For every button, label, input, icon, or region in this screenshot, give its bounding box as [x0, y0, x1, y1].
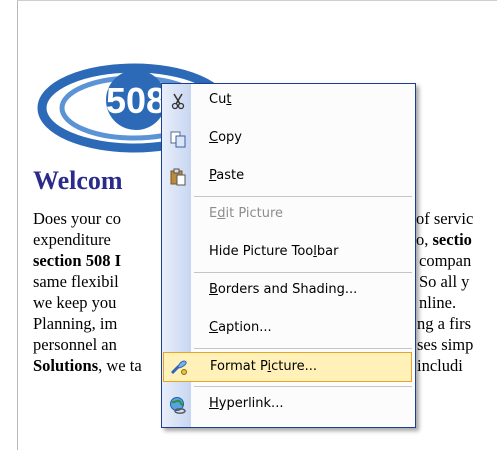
- body-line-8: Solutions, we ta: [33, 356, 142, 375]
- menu-item-borders-and-shading[interactable]: Borders and Shading...: [162, 278, 415, 304]
- scissors-icon: [171, 93, 185, 110]
- menu-item-paste[interactable]: Paste: [162, 164, 415, 190]
- body-tail-1: of servic: [416, 209, 474, 228]
- body-tail-6: ng a firs: [417, 314, 472, 333]
- menu-item-label: Hide Picture Toolbar: [209, 244, 339, 259]
- format-picture-icon: [170, 360, 187, 375]
- copy-icon: [170, 131, 186, 148]
- body-line-3: section 508 I: [33, 251, 121, 270]
- body-line-7: personnel an: [33, 335, 117, 354]
- menu-item-copy[interactable]: Copy: [162, 126, 415, 152]
- hyperlink-globe-icon: [170, 397, 186, 414]
- menu-separator: [194, 348, 412, 349]
- body-line-2: expenditure: [33, 230, 111, 249]
- menu-item-label: Copy: [209, 130, 242, 145]
- menu-item-cut[interactable]: Cut: [162, 88, 415, 114]
- menu-item-hyperlink[interactable]: Hyperlink...: [162, 392, 415, 418]
- menu-item-label: Format Picture...: [210, 359, 318, 374]
- body-line-6: Planning, im: [33, 314, 118, 333]
- menu-item-format-picture[interactable]: Format Picture...: [163, 352, 412, 382]
- menu-item-label: Paste: [209, 168, 245, 183]
- body-tail-3: compan: [419, 251, 472, 270]
- body-tail-7: ses simp: [417, 335, 474, 354]
- menu-separator: [194, 196, 412, 197]
- menu-item-label: Edit Picture: [209, 206, 284, 221]
- menu-item-label: Hyperlink...: [209, 396, 284, 411]
- welcome-heading: Welcom: [33, 166, 123, 195]
- menu-item-label: Caption...: [209, 320, 272, 335]
- menu-separator: [194, 386, 412, 387]
- body-tail-5: nline.: [419, 293, 457, 312]
- menu-separator: [194, 272, 412, 273]
- body-tail-2: o, sectio: [416, 230, 472, 249]
- logo-text: 508: [106, 80, 166, 121]
- menu-item-edit-picture[interactable]: Edit Picture: [162, 202, 415, 228]
- menu-item-hide-picture-toolbar[interactable]: Hide Picture Toolbar: [162, 240, 415, 266]
- body-tail-4: So all y: [419, 272, 470, 291]
- menu-item-caption[interactable]: Caption...: [162, 316, 415, 342]
- body-line-1: Does your co: [33, 209, 121, 228]
- menu-item-label: Cut: [209, 92, 232, 107]
- menu-item-label: Borders and Shading...: [209, 282, 358, 297]
- context-menu: Cut Copy Paste Edit Picture Hide Picture…: [161, 83, 416, 428]
- body-tail-8: includi: [417, 356, 463, 375]
- page-border-left: [17, 0, 18, 450]
- paste-icon: [170, 168, 186, 186]
- body-line-4: same flexibil: [33, 272, 119, 291]
- body-line-5: we keep you: [33, 293, 117, 312]
- page-border-top: [17, 0, 497, 1]
